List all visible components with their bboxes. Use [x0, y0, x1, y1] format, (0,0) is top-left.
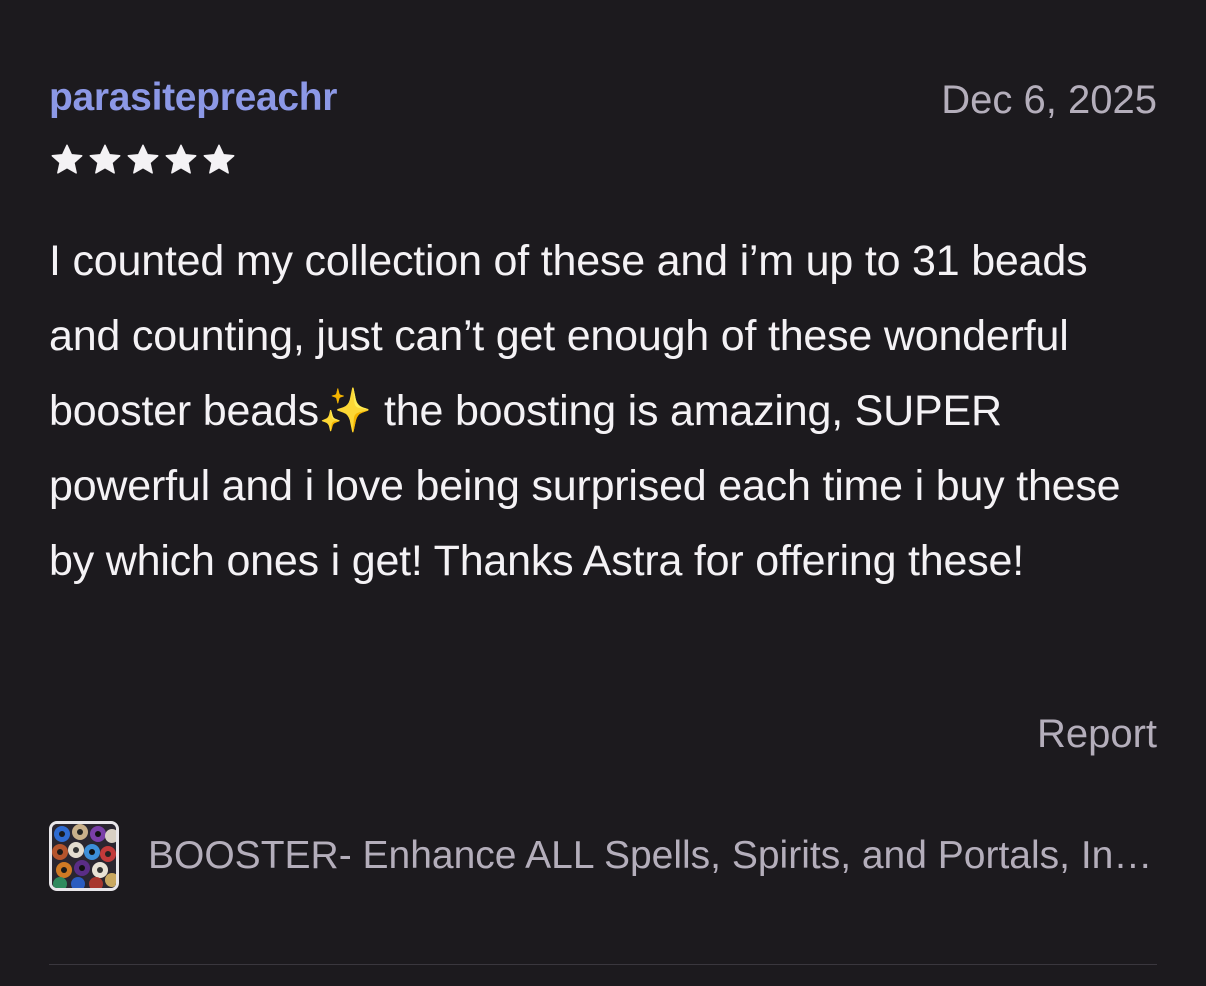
star-icon	[49, 142, 85, 178]
star-icon	[201, 142, 237, 178]
divider	[49, 964, 1157, 965]
review-date: Dec 6, 2025	[941, 78, 1157, 122]
review-text: I counted my collection of these and i’m…	[49, 237, 1121, 585]
star-icon	[125, 142, 161, 178]
report-button[interactable]: Report	[1037, 712, 1157, 757]
listing-thumbnail[interactable]	[49, 821, 119, 891]
star-rating	[49, 142, 237, 178]
reviewer-name-link[interactable]: parasitepreachr	[49, 76, 337, 120]
bead-collection-thumbnail-icon	[52, 824, 116, 888]
review-card: parasitepreachr Dec 6, 2025 I counted my…	[49, 0, 1157, 986]
star-icon	[163, 142, 199, 178]
listing-link[interactable]: BOOSTER- Enhance ALL Spells, Spirits, an…	[49, 818, 1157, 894]
listing-title[interactable]: BOOSTER- Enhance ALL Spells, Spirits, an…	[148, 834, 1154, 878]
star-icon	[87, 142, 123, 178]
